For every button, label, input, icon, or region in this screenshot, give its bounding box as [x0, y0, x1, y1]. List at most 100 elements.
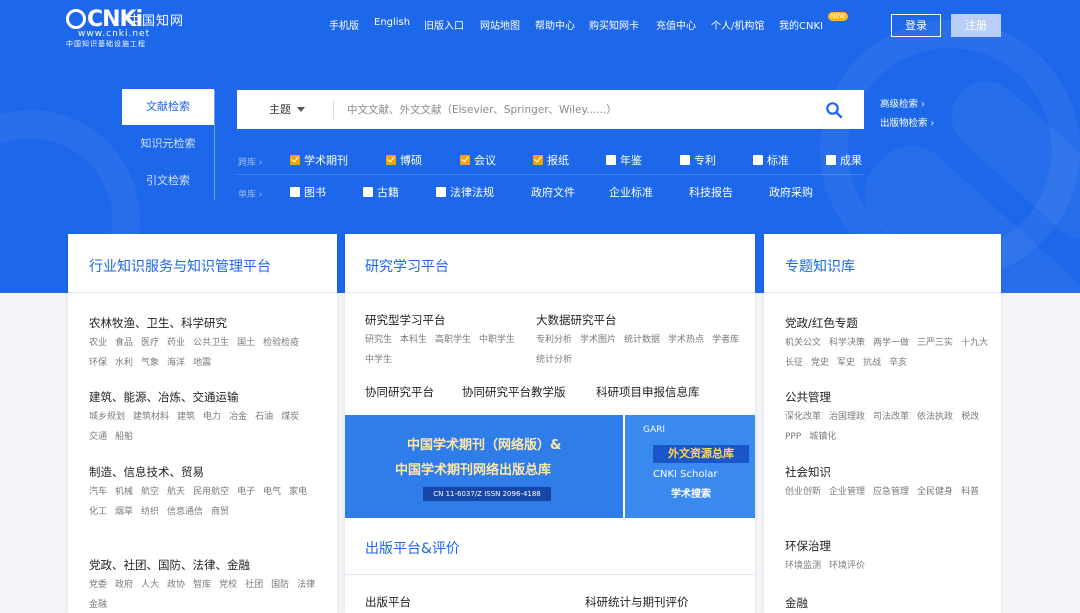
category-link[interactable]: 地震 [193, 353, 211, 373]
publication-search-link[interactable]: 出版物检索 › [880, 115, 934, 129]
category-link[interactable]: 电力 [203, 407, 221, 427]
block-link[interactable]: 学术热点 [668, 330, 704, 350]
nav-mobile[interactable]: 手机版 [329, 17, 359, 32]
category-link[interactable]: 城乡规划 [89, 407, 125, 427]
filter-newspaper[interactable]: 报纸 [533, 152, 569, 168]
block-link[interactable]: 统计分析 [536, 350, 572, 370]
checkbox-icon[interactable] [290, 187, 300, 197]
category-link[interactable]: 国防 [271, 575, 289, 595]
tab-citation-search[interactable]: 引文检索 [122, 163, 214, 199]
project-info-link[interactable]: 科研项目申报信息库 [596, 384, 700, 400]
category-link[interactable]: 化工 [89, 502, 107, 522]
block-link[interactable]: 中职学生 [479, 330, 515, 350]
category-link[interactable]: 建筑材料 [133, 407, 169, 427]
category-link[interactable]: 环保 [89, 353, 107, 373]
block-link[interactable]: 学者库 [712, 330, 739, 350]
category-link[interactable]: 长征 [785, 353, 803, 373]
category-link[interactable]: 煤炭 [281, 407, 299, 427]
nav-my-cnki[interactable]: 我的CNKI [779, 17, 823, 32]
checkbox-icon[interactable] [826, 155, 836, 165]
category-link[interactable]: 全民健身 [917, 482, 953, 502]
category-link[interactable]: 辛亥 [889, 353, 907, 373]
filter-patent[interactable]: 专利 [680, 152, 716, 168]
category-link[interactable]: 气象 [141, 353, 159, 373]
category-title[interactable]: 金融 [785, 595, 808, 611]
scholar-banner[interactable]: GARI 外文资源总库 CNKI Scholar 学术搜索 [625, 415, 755, 518]
block-title[interactable]: 研究型学习平台 [365, 312, 446, 328]
category-title[interactable]: 党政/红色专题 [785, 315, 858, 331]
nav-buy-card[interactable]: 购买知网卡 [589, 17, 639, 32]
checkbox-icon[interactable] [753, 155, 763, 165]
register-button[interactable]: 注册 [951, 14, 1001, 37]
link-gov-docs[interactable]: 政府文件 [531, 184, 575, 200]
cnki-logo[interactable]: CNKi 中国知网 www.cnki.net 中国知识基础设施工程 [66, 7, 196, 48]
category-link[interactable]: 人大 [141, 575, 159, 595]
category-link[interactable]: 社团 [245, 575, 263, 595]
block-link[interactable]: 高职学生 [435, 330, 471, 350]
category-link[interactable]: 公共卫生 [193, 333, 229, 353]
collab-platform-link[interactable]: 协同研究平台 [365, 384, 434, 400]
checkbox-icon[interactable] [680, 155, 690, 165]
search-icon[interactable] [825, 101, 843, 119]
publishing-platform-link[interactable]: 出版平台 [365, 594, 411, 610]
category-link[interactable]: 信息通信 [167, 502, 203, 522]
category-link[interactable]: 法律 [297, 575, 315, 595]
category-link[interactable]: 应急管理 [873, 482, 909, 502]
category-link[interactable]: 党史 [811, 353, 829, 373]
category-title[interactable]: 制造、信息技术、贸易 [89, 464, 204, 480]
filter-thesis[interactable]: 博硕 [386, 152, 422, 168]
category-title[interactable]: 党政、社团、国防、法律、金融 [89, 557, 250, 573]
category-title[interactable]: 建筑、能源、冶炼、交通运输 [89, 389, 239, 405]
checkbox-icon[interactable] [363, 187, 373, 197]
link-gov-procurement[interactable]: 政府采购 [769, 184, 813, 200]
block-link[interactable]: 统计数据 [624, 330, 660, 350]
category-link[interactable]: 海洋 [167, 353, 185, 373]
category-link[interactable]: 家电 [289, 482, 307, 502]
category-link[interactable]: 汽车 [89, 482, 107, 502]
category-link[interactable]: 船舶 [115, 427, 133, 447]
category-link[interactable]: 税改 [961, 407, 979, 427]
checkbox-checked-icon[interactable] [290, 155, 300, 165]
filter-achievement[interactable]: 成果 [826, 152, 862, 168]
search-input[interactable] [347, 96, 807, 123]
filter-laws[interactable]: 法律法规 [436, 184, 494, 200]
category-link[interactable]: PPP [785, 427, 801, 447]
checkbox-checked-icon[interactable] [533, 155, 543, 165]
nav-old-version[interactable]: 旧版入口 [424, 17, 464, 32]
category-title[interactable]: 公共管理 [785, 389, 831, 405]
category-link[interactable]: 党委 [89, 575, 107, 595]
category-link[interactable]: 三严三实 [917, 333, 953, 353]
category-link[interactable]: 城镇化 [809, 427, 836, 447]
category-link[interactable]: 检验检疫 [263, 333, 299, 353]
category-link[interactable]: 电气 [263, 482, 281, 502]
category-link[interactable]: 航空 [141, 482, 159, 502]
category-link[interactable]: 烟草 [115, 502, 133, 522]
advanced-search-link[interactable]: 高级检索 › [880, 96, 925, 110]
category-link[interactable]: 政府 [115, 575, 133, 595]
category-link[interactable]: 商贸 [211, 502, 229, 522]
nav-sitemap[interactable]: 网站地图 [480, 17, 520, 32]
category-link[interactable]: 环境评价 [829, 556, 865, 576]
category-link[interactable]: 纺织 [141, 502, 159, 522]
nav-english[interactable]: English [374, 17, 410, 31]
category-link[interactable]: 航天 [167, 482, 185, 502]
chevron-down-icon[interactable] [297, 107, 305, 112]
category-link[interactable]: 环境监测 [785, 556, 821, 576]
checkbox-icon[interactable] [436, 187, 446, 197]
checkbox-checked-icon[interactable] [460, 155, 470, 165]
category-title[interactable]: 农林牧渔、卫生、科学研究 [89, 315, 227, 331]
category-link[interactable]: 两学一做 [873, 333, 909, 353]
search-field-select[interactable]: 主题 [269, 90, 291, 129]
category-link[interactable]: 创业创新 [785, 482, 821, 502]
collab-teaching-link[interactable]: 协同研究平台教学版 [462, 384, 566, 400]
category-link[interactable]: 机械 [115, 482, 133, 502]
category-link[interactable]: 智库 [193, 575, 211, 595]
block-link[interactable]: 专利分析 [536, 330, 572, 350]
category-link[interactable]: 药业 [167, 333, 185, 353]
journal-evaluation-link[interactable]: 科研统计与期刊评价 [585, 594, 689, 610]
category-link[interactable]: 科普 [961, 482, 979, 502]
category-link[interactable]: 国土 [237, 333, 255, 353]
category-link[interactable]: 电子 [237, 482, 255, 502]
block-title[interactable]: 大数据研究平台 [536, 312, 617, 328]
filter-ancient-book[interactable]: 古籍 [363, 184, 399, 200]
